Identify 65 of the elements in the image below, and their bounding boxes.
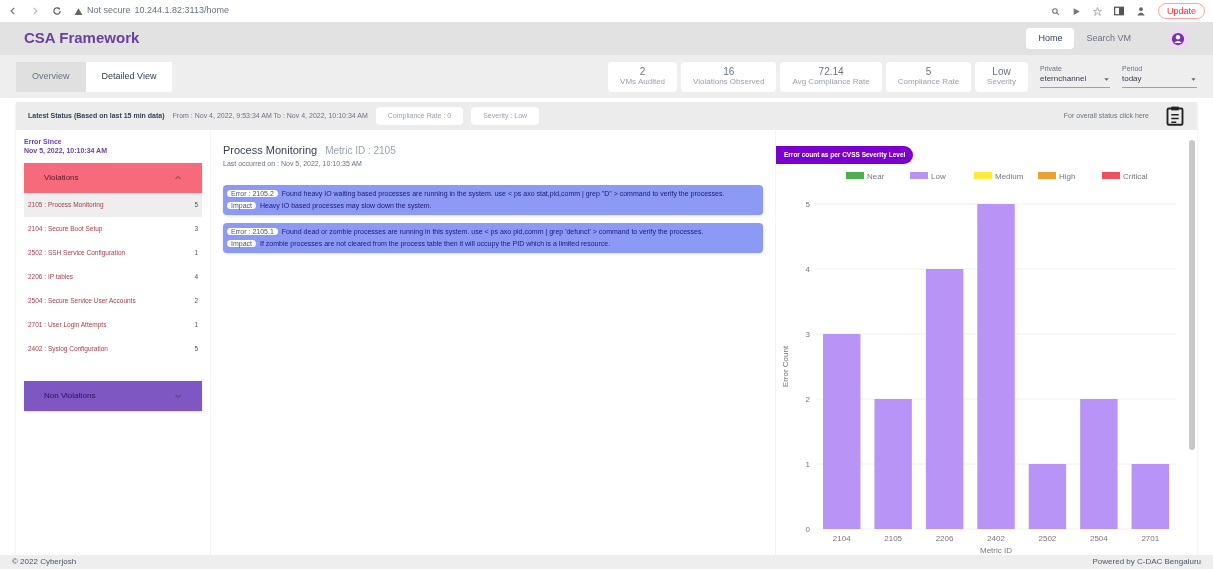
y-tick: 5: [805, 199, 810, 209]
caret-icon: [1190, 75, 1197, 83]
view-tab[interactable]: Overview: [16, 61, 86, 92]
nav-tab[interactable]: Search VM: [1074, 27, 1143, 50]
url-text: 10.244.1.82:3113/home: [134, 4, 229, 18]
legend-item[interactable]: Near: [846, 171, 885, 181]
x-tick: 2105: [884, 533, 903, 543]
bar: [1131, 463, 1169, 529]
star-icon[interactable]: [1092, 6, 1102, 16]
view-tab[interactable]: Detailed View: [85, 61, 173, 92]
x-tick: 2504: [1089, 533, 1108, 543]
stat-value: 72.14: [818, 66, 844, 77]
x-tick: 2701: [1141, 533, 1160, 543]
legend-label: Medium: [995, 171, 1024, 181]
y-tick: 4: [805, 264, 810, 274]
reload-icon[interactable]: [52, 6, 62, 16]
legend-label: High: [1059, 171, 1076, 181]
y-tick: 0: [805, 524, 810, 534]
scrollbar[interactable]: [1189, 140, 1195, 450]
stat-label: Avg Compliance Rate: [792, 77, 870, 87]
accordion-title: Violations: [44, 172, 79, 184]
bar: [1028, 463, 1067, 529]
zoom-icon[interactable]: [1050, 6, 1060, 16]
legend-item[interactable]: Low: [910, 171, 946, 181]
y-tick: 2: [805, 394, 810, 404]
stat-label: Severity: [987, 77, 1016, 87]
clipboard-icon[interactable]: [1165, 106, 1185, 126]
profile-icon[interactable]: [1135, 6, 1146, 16]
x-tick: 2402: [987, 533, 1005, 543]
account-icon[interactable]: [1171, 31, 1185, 46]
select-field[interactable]: eternchannel: [1040, 73, 1110, 88]
back-icon[interactable]: [8, 6, 18, 16]
legend-label: Critical: [1123, 171, 1148, 181]
caret-icon: [1103, 75, 1110, 83]
accordion-header[interactable]: Violations: [24, 163, 202, 193]
y-tick: 1: [805, 459, 810, 469]
metric-id: Metric ID : 2105: [325, 144, 396, 158]
x-tick: 2104: [832, 533, 851, 543]
warning-icon: [74, 6, 83, 16]
stat-label: Compliance Rate: [897, 77, 960, 87]
footer-text: Powered by C-DAC Bengaluru: [1092, 556, 1201, 568]
stat-label: VMs Audited: [620, 77, 666, 87]
x-tick: 2206: [935, 533, 954, 543]
legend-item[interactable]: Medium: [974, 171, 1024, 181]
sidebar-icon[interactable]: [1113, 6, 1124, 16]
stat-value: 2: [639, 66, 646, 77]
nav-tab[interactable]: Home: [1026, 27, 1075, 50]
legend-label: Near: [867, 171, 885, 181]
stat-value: 5: [925, 66, 932, 77]
stat-value: Low: [992, 66, 1011, 77]
stat-value: 16: [723, 66, 735, 77]
security-label: Not secure: [87, 4, 131, 18]
y-axis-label: Error Count: [781, 345, 790, 387]
app-title: CSA Framework: [24, 28, 140, 49]
y-tick: 3: [805, 329, 810, 339]
footer-text: © 2022 Cyberjosh: [12, 556, 77, 568]
legend-item[interactable]: Critical: [1102, 171, 1148, 181]
select-field[interactable]: today: [1122, 73, 1197, 88]
detail-title: Process Monitoring: [223, 143, 318, 158]
stat-label: Violations Observed: [693, 77, 765, 87]
legend-item[interactable]: High: [1038, 171, 1076, 181]
x-tick: 2502: [1038, 533, 1057, 543]
accordion-title: Non Violations: [44, 390, 96, 402]
x-axis-label: Metric ID: [980, 545, 1012, 554]
legend-label: Low: [931, 171, 946, 181]
